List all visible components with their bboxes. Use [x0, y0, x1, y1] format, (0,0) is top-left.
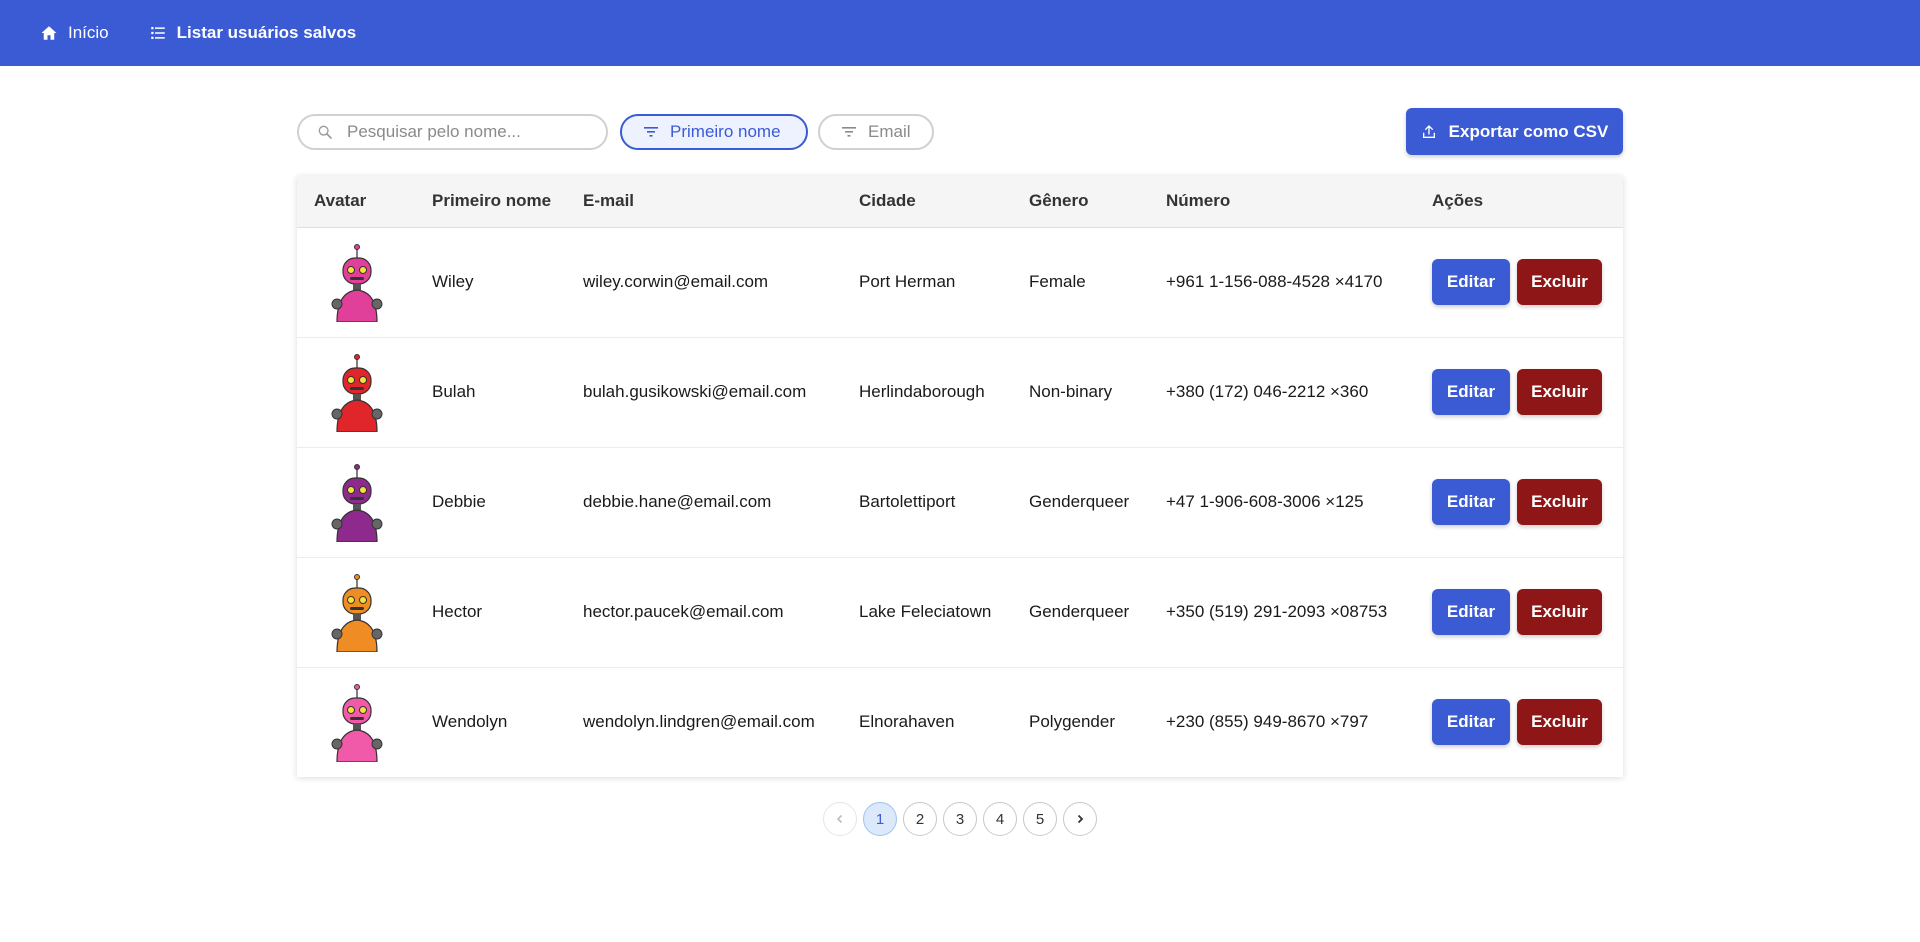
header-actions: Ações: [1432, 191, 1484, 211]
delete-button[interactable]: Excluir: [1517, 479, 1602, 525]
users-table: Avatar Primeiro nome E-mail Cidade Gêner…: [297, 176, 1623, 777]
avatar-cell: [297, 667, 415, 777]
delete-button[interactable]: Excluir: [1517, 259, 1602, 305]
header-gender: Gênero: [1029, 191, 1089, 211]
search-icon: [318, 125, 332, 139]
list-icon: [150, 27, 165, 39]
pagination: 1 2 3 4 5: [297, 802, 1623, 836]
header-avatar: Avatar: [314, 191, 367, 211]
avatar-image: [331, 464, 383, 542]
cell-email: wendolyn.lindgren@email.com: [583, 712, 815, 732]
cell-gender: Non-binary: [1029, 382, 1113, 401]
chevron-right-icon: [1077, 814, 1084, 824]
avatar-image: [331, 244, 383, 322]
filter-email-label: Email: [868, 122, 911, 141]
page-button-1[interactable]: 1: [863, 802, 897, 836]
cell-first-name: Wiley: [432, 272, 474, 291]
delete-button[interactable]: Excluir: [1517, 699, 1602, 746]
cell-city: Elnorahaven: [859, 712, 955, 732]
table-header-row: Avatar Primeiro nome E-mail Cidade Gêner…: [297, 176, 1623, 227]
edit-button[interactable]: Editar: [1432, 479, 1510, 525]
cell-city: Lake Feleciatown: [859, 602, 992, 621]
cell-first-name: Bulah: [432, 382, 476, 401]
main-content: Primeiro nome Email Exportar como CSV Av…: [297, 66, 1623, 836]
nav-list-label: Listar usuários salvos: [176, 23, 357, 42]
avatar-cell: [297, 227, 415, 337]
search-box[interactable]: [297, 114, 608, 150]
prev-page-button[interactable]: [823, 802, 857, 836]
cell-gender: Genderqueer: [1029, 602, 1130, 621]
avatar-cell: [297, 337, 415, 447]
edit-button[interactable]: Editar: [1432, 589, 1510, 635]
header-phone: Número: [1166, 191, 1231, 211]
cell-actions: Editar Excluir: [1415, 337, 1623, 447]
export-csv-label: Exportar como CSV: [1448, 121, 1609, 141]
edit-button[interactable]: Editar: [1432, 369, 1510, 415]
filter-email-chip[interactable]: Email: [818, 114, 934, 150]
edit-button[interactable]: Editar: [1432, 699, 1510, 746]
table-row: Wendolyn wendolyn.lindgren@email.com Eln…: [297, 667, 1623, 777]
cell-gender: Female: [1029, 272, 1086, 291]
cell-email: debbie.hane@email.com: [583, 492, 772, 511]
cell-first-name: Debbie: [432, 492, 486, 511]
header-first-name: Primeiro nome: [432, 191, 552, 211]
filter-first-name-label: Primeiro nome: [670, 122, 781, 141]
cell-first-name: Hector: [432, 602, 483, 621]
cell-email: hector.paucek@email.com: [583, 602, 784, 621]
avatar-cell: [297, 557, 415, 667]
cell-first-name: Wendolyn: [432, 712, 508, 732]
page-button-5[interactable]: 5: [1023, 802, 1057, 836]
cell-email: wiley.corwin@email.com: [583, 272, 769, 291]
cell-city: Port Herman: [859, 272, 956, 291]
cell-actions: Editar Excluir: [1415, 227, 1623, 337]
top-navbar: Início Listar usuários salvos: [0, 0, 1920, 66]
cell-city: Bartolettiport: [859, 492, 956, 511]
cell-actions: Editar Excluir: [1415, 557, 1623, 667]
cell-gender: Polygender: [1029, 712, 1116, 732]
cell-phone: +47 1-906-608-3006 ×125: [1166, 492, 1364, 511]
cell-email: bulah.gusikowski@email.com: [583, 382, 807, 401]
upload-icon: [1422, 124, 1435, 138]
next-page-button[interactable]: [1063, 802, 1097, 836]
header-email: E-mail: [583, 191, 635, 211]
header-city: Cidade: [859, 191, 916, 211]
avatar-image: [331, 684, 383, 763]
cell-actions: Editar Excluir: [1415, 667, 1623, 777]
nav-home-link[interactable]: Início: [40, 23, 109, 43]
delete-button[interactable]: Excluir: [1517, 589, 1602, 635]
table-row: Debbie debbie.hane@email.com Bartolettip…: [297, 447, 1623, 557]
filter-first-name-chip[interactable]: Primeiro nome: [620, 114, 808, 150]
page-button-3[interactable]: 3: [943, 802, 977, 836]
table-row: Bulah bulah.gusikowski@email.com Herlind…: [297, 337, 1623, 447]
delete-button[interactable]: Excluir: [1517, 369, 1602, 415]
nav-list-saved-users-link[interactable]: Listar usuários salvos: [149, 23, 357, 43]
home-icon: [41, 26, 57, 40]
export-csv-button[interactable]: Exportar como CSV: [1406, 108, 1623, 155]
cell-phone: +961 1-156-088-4528 ×4170: [1166, 272, 1383, 291]
nav-home-label: Início: [68, 23, 109, 42]
cell-phone: +380 (172) 046-2212 ×360: [1166, 382, 1369, 401]
page-button-4[interactable]: 4: [983, 802, 1017, 836]
search-input[interactable]: [347, 122, 577, 142]
cell-gender: Genderqueer: [1029, 492, 1130, 511]
table-row: Wiley wiley.corwin@email.com Port Herman…: [297, 227, 1623, 337]
cell-phone: +350 (519) 291-2093 ×08753: [1166, 602, 1388, 621]
filter-icon: [644, 127, 658, 137]
toolbar: Primeiro nome Email Exportar como CSV: [297, 66, 1623, 176]
filter-icon: [842, 127, 856, 137]
cell-city: Herlindaborough: [859, 382, 985, 401]
avatar-cell: [297, 447, 415, 557]
chevron-left-icon: [836, 814, 843, 824]
cell-phone: +230 (855) 949-8670 ×797: [1166, 712, 1369, 732]
edit-button[interactable]: Editar: [1432, 259, 1510, 305]
cell-actions: Editar Excluir: [1415, 447, 1623, 557]
table-row: Hector hector.paucek@email.com Lake Fele…: [297, 557, 1623, 667]
page-button-2[interactable]: 2: [903, 802, 937, 836]
avatar-image: [331, 354, 383, 432]
avatar-image: [331, 574, 383, 652]
